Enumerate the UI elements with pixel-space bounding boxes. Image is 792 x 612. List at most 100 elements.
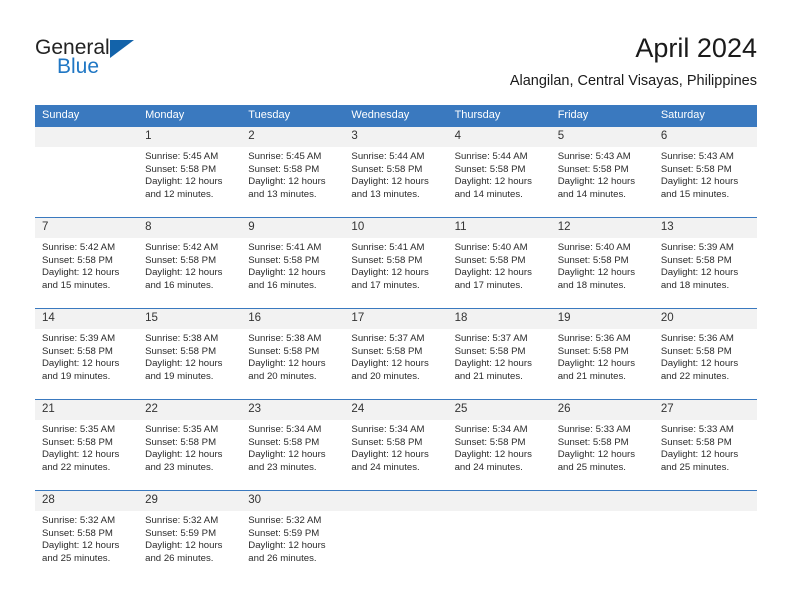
logo-triangle-icon [110,40,134,58]
calendar-cell-day-7[interactable]: 7 Sunrise: 5:42 AM Sunset: 5:58 PM Daylight… [35,217,139,309]
info-line-sunrise: Sunrise: 5:34 AM [248,424,322,435]
info-line-daylight-line2: and 17 minutes. [351,279,420,291]
day-sun-info: Sunrise: 5:45 AM Sunset: 5:58 PM Daylight:… [241,147,344,201]
day-sun-info: Sunrise: 5:35 AM Sunset: 5:58 PM Daylight:… [35,420,138,474]
calendar-cell-day-23[interactable]: 23 Sunrise: 5:34 AM Sunset: 5:58 PM Dayligh… [241,399,345,491]
info-line-daylight-line1: Daylight: 12 hours [42,449,120,461]
info-line-sunrise: Sunrise: 5:44 AM [454,151,528,162]
info-line-sunrise: Sunrise: 5:43 AM [557,151,631,162]
info-line-daylight-line2: and 16 minutes. [248,279,317,291]
info-line-sunrise: Sunrise: 5:35 AM [42,424,116,435]
info-line-daylight-line1: Daylight: 12 hours [42,267,120,279]
day-sun-info: Sunrise: 5:45 AM Sunset: 5:58 PM Daylight:… [138,147,241,201]
info-line-daylight-line1: Daylight: 12 hours [660,267,739,279]
info-line-sunrise: Sunrise: 5:45 AM [248,151,322,162]
info-line-sunrise: Sunrise: 5:37 AM [454,333,528,344]
calendar-cell-day-27[interactable]: 27 Sunrise: 5:33 AM Sunset: 5:58 PM Dayligh… [653,399,757,491]
calendar-cell-day-10[interactable]: 10 Sunrise: 5:41 AM Sunset: 5:58 PM Dayligh… [344,217,448,309]
info-line-sunset: Sunset: 5:58 PM [351,254,423,266]
info-line-daylight-line2: and 15 minutes. [660,188,730,200]
info-line-daylight-line2: and 19 minutes. [145,370,214,382]
calendar-cell-day-9[interactable]: 9 Sunrise: 5:41 AM Sunset: 5:58 PM Daylight… [241,217,345,309]
day-sun-info: Sunrise: 5:37 AM Sunset: 5:58 PM Daylight:… [448,329,551,383]
sunrise-sunset-calendar: Sunday Monday Tuesday Wednesday Thursday Frid… [35,105,757,577]
info-line-sunset: Sunset: 5:58 PM [42,527,113,539]
calendar-cell-day-4[interactable]: 4 Sunrise: 5:44 AM Sunset: 5:58 PM Daylight… [447,126,551,218]
info-line-daylight-line2: and 19 minutes. [42,370,111,382]
info-line-sunset: Sunset: 5:58 PM [454,436,526,448]
calendar-cell-day-2[interactable]: 2 Sunrise: 5:45 AM Sunset: 5:58 PM Daylight… [241,126,345,218]
info-line-sunrise: Sunrise: 5:39 AM [660,242,734,253]
calendar-cell-day-12[interactable]: 12 Sunrise: 5:40 AM Sunset: 5:58 PM Dayligh… [550,217,654,309]
calendar-week-row: 14 Sunrise: 5:39 AM Sunset: 5:58 PM Dayligh… [35,308,757,400]
calendar-cell-day-11[interactable]: 11 Sunrise: 5:40 AM Sunset: 5:58 PM Dayligh… [447,217,551,309]
info-line-sunset: Sunset: 5:58 PM [660,345,732,357]
day-number: 11 [447,218,551,238]
calendar-cell-day-6[interactable]: 6 Sunrise: 5:43 AM Sunset: 5:58 PM Daylight… [653,126,757,218]
calendar-cell-day-8[interactable]: 8 Sunrise: 5:42 AM Sunset: 5:58 PM Daylight… [138,217,242,309]
calendar-cell-day-13[interactable]: 13 Sunrise: 5:39 AM Sunset: 5:58 PM Dayligh… [653,217,757,309]
day-number: 5 [550,127,654,147]
calendar-cell-day-1[interactable]: 1 Sunrise: 5:45 AM Sunset: 5:58 PM Daylight… [138,126,242,218]
info-line-daylight-line1: Daylight: 12 hours [351,176,429,188]
day-sun-info: Sunrise: 5:33 AM Sunset: 5:58 PM Daylight:… [551,420,654,474]
info-line-sunrise: Sunrise: 5:41 AM [248,242,322,253]
info-line-sunrise: Sunrise: 5:42 AM [42,242,116,253]
weekday-header-thursday: Thursday [447,105,551,127]
day-number: 9 [241,218,345,238]
day-sun-info: Sunrise: 5:32 AM Sunset: 5:58 PM Daylight:… [35,511,138,565]
calendar-cell-day-19[interactable]: 19 Sunrise: 5:36 AM Sunset: 5:58 PM Dayligh… [550,308,654,400]
calendar-cell-day-18[interactable]: 18 Sunrise: 5:37 AM Sunset: 5:58 PM Dayligh… [447,308,551,400]
page-header: General Blue April 2024 Alangilan, Centr… [0,0,792,100]
info-line-daylight-line2: and 17 minutes. [454,279,523,291]
calendar-cell-day-5[interactable]: 5 Sunrise: 5:43 AM Sunset: 5:58 PM Daylight… [550,126,654,218]
info-line-daylight-line1: Daylight: 12 hours [248,449,326,461]
weekday-header-sunday: Sunday [35,105,139,127]
info-line-sunrise: Sunrise: 5:34 AM [351,424,425,435]
calendar-cell-day-26[interactable]: 26 Sunrise: 5:33 AM Sunset: 5:58 PM Dayligh… [550,399,654,491]
calendar-cell-day-22[interactable]: 22 Sunrise: 5:35 AM Sunset: 5:58 PM Dayligh… [138,399,242,491]
day-sun-info: Sunrise: 5:37 AM Sunset: 5:58 PM Daylight:… [344,329,447,383]
day-number: 1 [138,127,242,147]
info-line-daylight-line1: Daylight: 12 hours [248,540,326,552]
calendar-week-row: 1 Sunrise: 5:45 AM Sunset: 5:58 PM Daylight… [35,126,757,218]
calendar-cell-day-15[interactable]: 15 Sunrise: 5:38 AM Sunset: 5:58 PM Dayligh… [138,308,242,400]
info-line-sunset: Sunset: 5:58 PM [42,345,113,357]
general-blue-logo[interactable]: General Blue [35,36,235,84]
calendar-cell-day-3[interactable]: 3 Sunrise: 5:44 AM Sunset: 5:58 PM Daylight… [344,126,448,218]
info-line-daylight-line2: and 26 minutes. [145,552,214,564]
info-line-daylight-line1: Daylight: 12 hours [557,176,636,188]
day-sun-info: Sunrise: 5:33 AM Sunset: 5:58 PM Daylight:… [654,420,757,474]
calendar-cell-day-28[interactable]: 28 Sunrise: 5:32 AM Sunset: 5:58 PM Dayligh… [35,490,139,577]
calendar-cell-day-25[interactable]: 25 Sunrise: 5:34 AM Sunset: 5:58 PM Dayligh… [447,399,551,491]
info-line-daylight-line1: Daylight: 12 hours [145,358,223,370]
weekday-header-tuesday: Tuesday [241,105,345,127]
calendar-cell-day-17[interactable]: 17 Sunrise: 5:37 AM Sunset: 5:58 PM Dayligh… [344,308,448,400]
day-number: 6 [653,127,757,147]
day-number: 2 [241,127,345,147]
info-line-sunset: Sunset: 5:58 PM [145,436,217,448]
calendar-cell-day-24[interactable]: 24 Sunrise: 5:34 AM Sunset: 5:58 PM Dayligh… [344,399,448,491]
calendar-cell-day-21[interactable]: 21 Sunrise: 5:35 AM Sunset: 5:58 PM Dayligh… [35,399,139,491]
calendar-cell-day-29[interactable]: 29 Sunrise: 5:32 AM Sunset: 5:59 PM Dayligh… [138,490,242,577]
calendar-cell-day-16[interactable]: 16 Sunrise: 5:38 AM Sunset: 5:58 PM Dayligh… [241,308,345,400]
info-line-sunset: Sunset: 5:58 PM [248,436,320,448]
info-line-daylight-line1: Daylight: 12 hours [145,449,223,461]
info-line-sunrise: Sunrise: 5:32 AM [42,515,116,526]
day-number: 26 [550,400,654,420]
info-line-daylight-line1: Daylight: 12 hours [145,176,223,188]
info-line-sunrise: Sunrise: 5:41 AM [351,242,425,253]
day-number: 25 [447,400,551,420]
day-sun-info: Sunrise: 5:39 AM Sunset: 5:58 PM Daylight:… [654,238,757,292]
day-sun-info: Sunrise: 5:42 AM Sunset: 5:58 PM Daylight:… [138,238,241,292]
info-line-daylight-line2: and 18 minutes. [557,279,626,291]
info-line-sunset: Sunset: 5:58 PM [660,254,732,266]
calendar-cell-empty [550,490,654,577]
calendar-cell-day-30[interactable]: 30 Sunrise: 5:32 AM Sunset: 5:59 PM Dayligh… [241,490,345,577]
logo-text-blue: Blue [57,55,100,78]
calendar-cell-day-14[interactable]: 14 Sunrise: 5:39 AM Sunset: 5:58 PM Dayligh… [35,308,139,400]
calendar-cell-day-20[interactable]: 20 Sunrise: 5:36 AM Sunset: 5:58 PM Dayligh… [653,308,757,400]
day-sun-info: Sunrise: 5:38 AM Sunset: 5:58 PM Daylight:… [138,329,241,383]
info-line-daylight-line1: Daylight: 12 hours [42,358,120,370]
info-line-sunset: Sunset: 5:58 PM [145,163,217,175]
